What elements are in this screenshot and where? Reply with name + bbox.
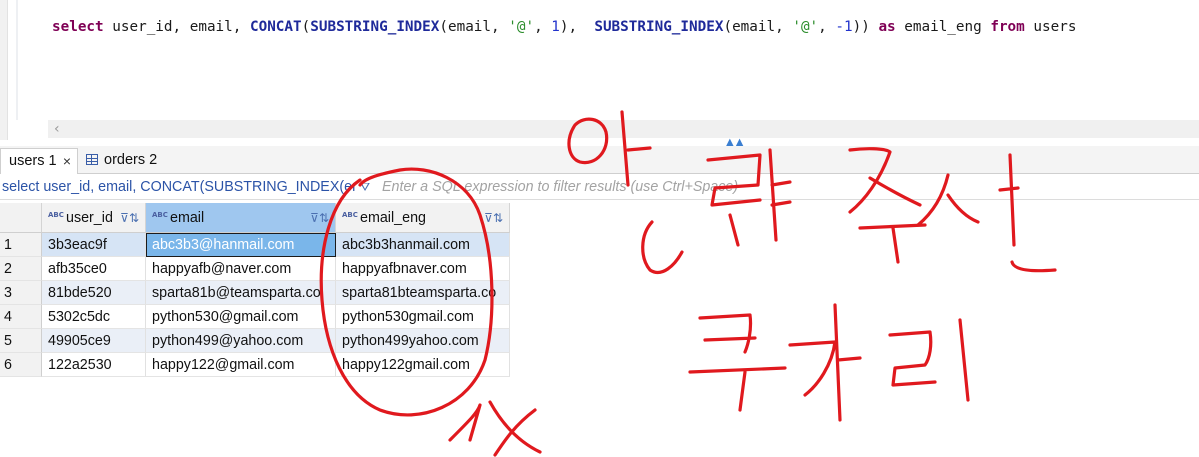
tab-orders-2[interactable]: orders 2 <box>78 148 178 174</box>
sql-token: SUBSTRING_INDEX <box>310 19 440 35</box>
cell-email-eng[interactable]: abc3b3hanmail.com <box>336 233 510 257</box>
column-header-user-id[interactable]: ABC user_id ⊽⇅ <box>42 203 146 233</box>
sql-token: CONCAT <box>249 19 302 35</box>
cell-email[interactable]: python499@yahoo.com <box>146 329 336 353</box>
cell-email-eng[interactable]: python530gmail.com <box>336 305 510 329</box>
editor-ruler <box>16 0 18 120</box>
cell-email[interactable]: happy122@gmail.com <box>146 353 336 377</box>
sql-token: '@' <box>508 19 535 35</box>
cell-user-id[interactable]: afb35ce0 <box>42 257 146 281</box>
cell-email-eng[interactable]: happyafbnaver.com <box>336 257 510 281</box>
sql-token: ), <box>559 19 595 35</box>
text-type-icon: ABC <box>342 211 358 219</box>
cell-email[interactable]: python530@gmail.com <box>146 305 336 329</box>
table-row[interactable]: 2 afb35ce0 happyafb@naver.com happyafbnaver… <box>0 257 510 281</box>
cell-email[interactable]: happyafb@naver.com <box>146 257 336 281</box>
table-grid-icon <box>86 154 98 165</box>
sql-token: ( <box>301 19 311 35</box>
ink-x-mark <box>448 400 542 457</box>
result-tab-bar: users 1 × orders 2 <box>0 146 1199 174</box>
cell-email-eng[interactable]: python499yahoo.com <box>336 329 510 353</box>
column-header-label: user_id <box>66 210 113 226</box>
row-number[interactable]: 1 <box>0 233 42 257</box>
sql-token: as <box>878 19 896 35</box>
sql-token: , <box>818 19 836 35</box>
ink-glyph-9 <box>888 318 970 402</box>
table-row[interactable]: 1 3b3eac9f abc3b3@hanmail.com abc3b3hanmail… <box>0 233 510 257</box>
cell-user-id[interactable]: 81bde520 <box>42 281 146 305</box>
tab-label: orders 2 <box>104 152 158 168</box>
cell-email[interactable]: sparta81b@teamsparta.co <box>146 281 336 305</box>
column-header-label: email <box>170 210 205 226</box>
sql-token: , <box>534 19 552 35</box>
sql-token: 1 <box>551 19 560 35</box>
row-number[interactable]: 3 <box>0 281 42 305</box>
sql-token: (email, <box>723 19 793 35</box>
column-header-label: email_eng <box>360 210 426 226</box>
sort-filter-icon[interactable]: ⊽⇅ <box>484 203 503 233</box>
row-number[interactable]: 4 <box>0 305 42 329</box>
filter-expression-input[interactable] <box>382 176 1192 198</box>
scroll-left-icon[interactable]: ‹ <box>54 121 60 137</box>
sql-token: from <box>990 19 1025 35</box>
sql-token: select <box>52 19 104 35</box>
active-query-label[interactable]: select user_id, email, CONCAT(SUBSTRING_… <box>0 175 356 200</box>
sql-token: -1 <box>835 19 853 35</box>
table-row[interactable]: 3 81bde520 sparta81b@teamsparta.co sparta81… <box>0 281 510 305</box>
filter-bar: select user_id, email, CONCAT(SUBSTRING_… <box>0 175 1199 200</box>
close-icon[interactable]: × <box>63 149 71 173</box>
cell-user-id[interactable]: 122a2530 <box>42 353 146 377</box>
sql-token: email_eng <box>895 19 991 35</box>
cell-user-id[interactable]: 3b3eac9f <box>42 233 146 257</box>
tab-label: users 1 <box>9 153 57 169</box>
sql-token: '@' <box>792 19 819 35</box>
row-number[interactable]: 5 <box>0 329 42 353</box>
cell-email-eng[interactable]: happy122gmail.com <box>336 353 510 377</box>
cell-email[interactable]: abc3b3@hanmail.com <box>146 233 336 257</box>
table-row[interactable]: 5 49905ce9 python499@yahoo.com python499yah… <box>0 329 510 353</box>
ink-glyph-3 <box>641 220 684 274</box>
ink-glyph-7 <box>688 313 787 412</box>
sql-editor[interactable] <box>20 0 1199 120</box>
table-row[interactable]: 4 5302c5dc python530@gmail.com python530gma… <box>0 305 510 329</box>
sql-token: )) <box>852 19 879 35</box>
ink-glyph-8 <box>788 303 862 422</box>
row-number-header[interactable] <box>0 203 42 233</box>
column-header-email-eng[interactable]: ABC email_eng ⊽⇅ <box>336 203 510 233</box>
cell-user-id[interactable]: 5302c5dc <box>42 305 146 329</box>
text-type-icon: ABC <box>152 211 168 219</box>
sql-token: SUBSTRING_INDEX <box>594 19 724 35</box>
filter-expression-icon[interactable]: ⛛ <box>360 179 376 195</box>
table-row[interactable]: 6 122a2530 happy122@gmail.com happy122gmail… <box>0 353 510 377</box>
tab-users-1[interactable]: users 1 × <box>0 148 78 174</box>
editor-horizontal-scrollbar[interactable]: ‹ <box>48 120 1199 138</box>
text-type-icon: ABC <box>48 211 64 219</box>
sql-token: users <box>1024 19 1077 35</box>
cell-email-eng[interactable]: sparta81bteamsparta.co <box>336 281 510 305</box>
row-number[interactable]: 6 <box>0 353 42 377</box>
sql-query-text[interactable]: select user_id, email, CONCAT(SUBSTRING_… <box>52 19 1076 35</box>
column-header-email[interactable]: ABC email ⊽⇅ <box>146 203 336 233</box>
sort-filter-icon[interactable]: ⊽⇅ <box>310 203 329 233</box>
sql-token: user_id, email, <box>103 19 250 35</box>
sort-filter-icon[interactable]: ⊽⇅ <box>120 203 139 233</box>
cell-user-id[interactable]: 49905ce9 <box>42 329 146 353</box>
row-number[interactable]: 2 <box>0 257 42 281</box>
sql-token: (email, <box>439 19 509 35</box>
editor-gutter <box>0 0 8 140</box>
